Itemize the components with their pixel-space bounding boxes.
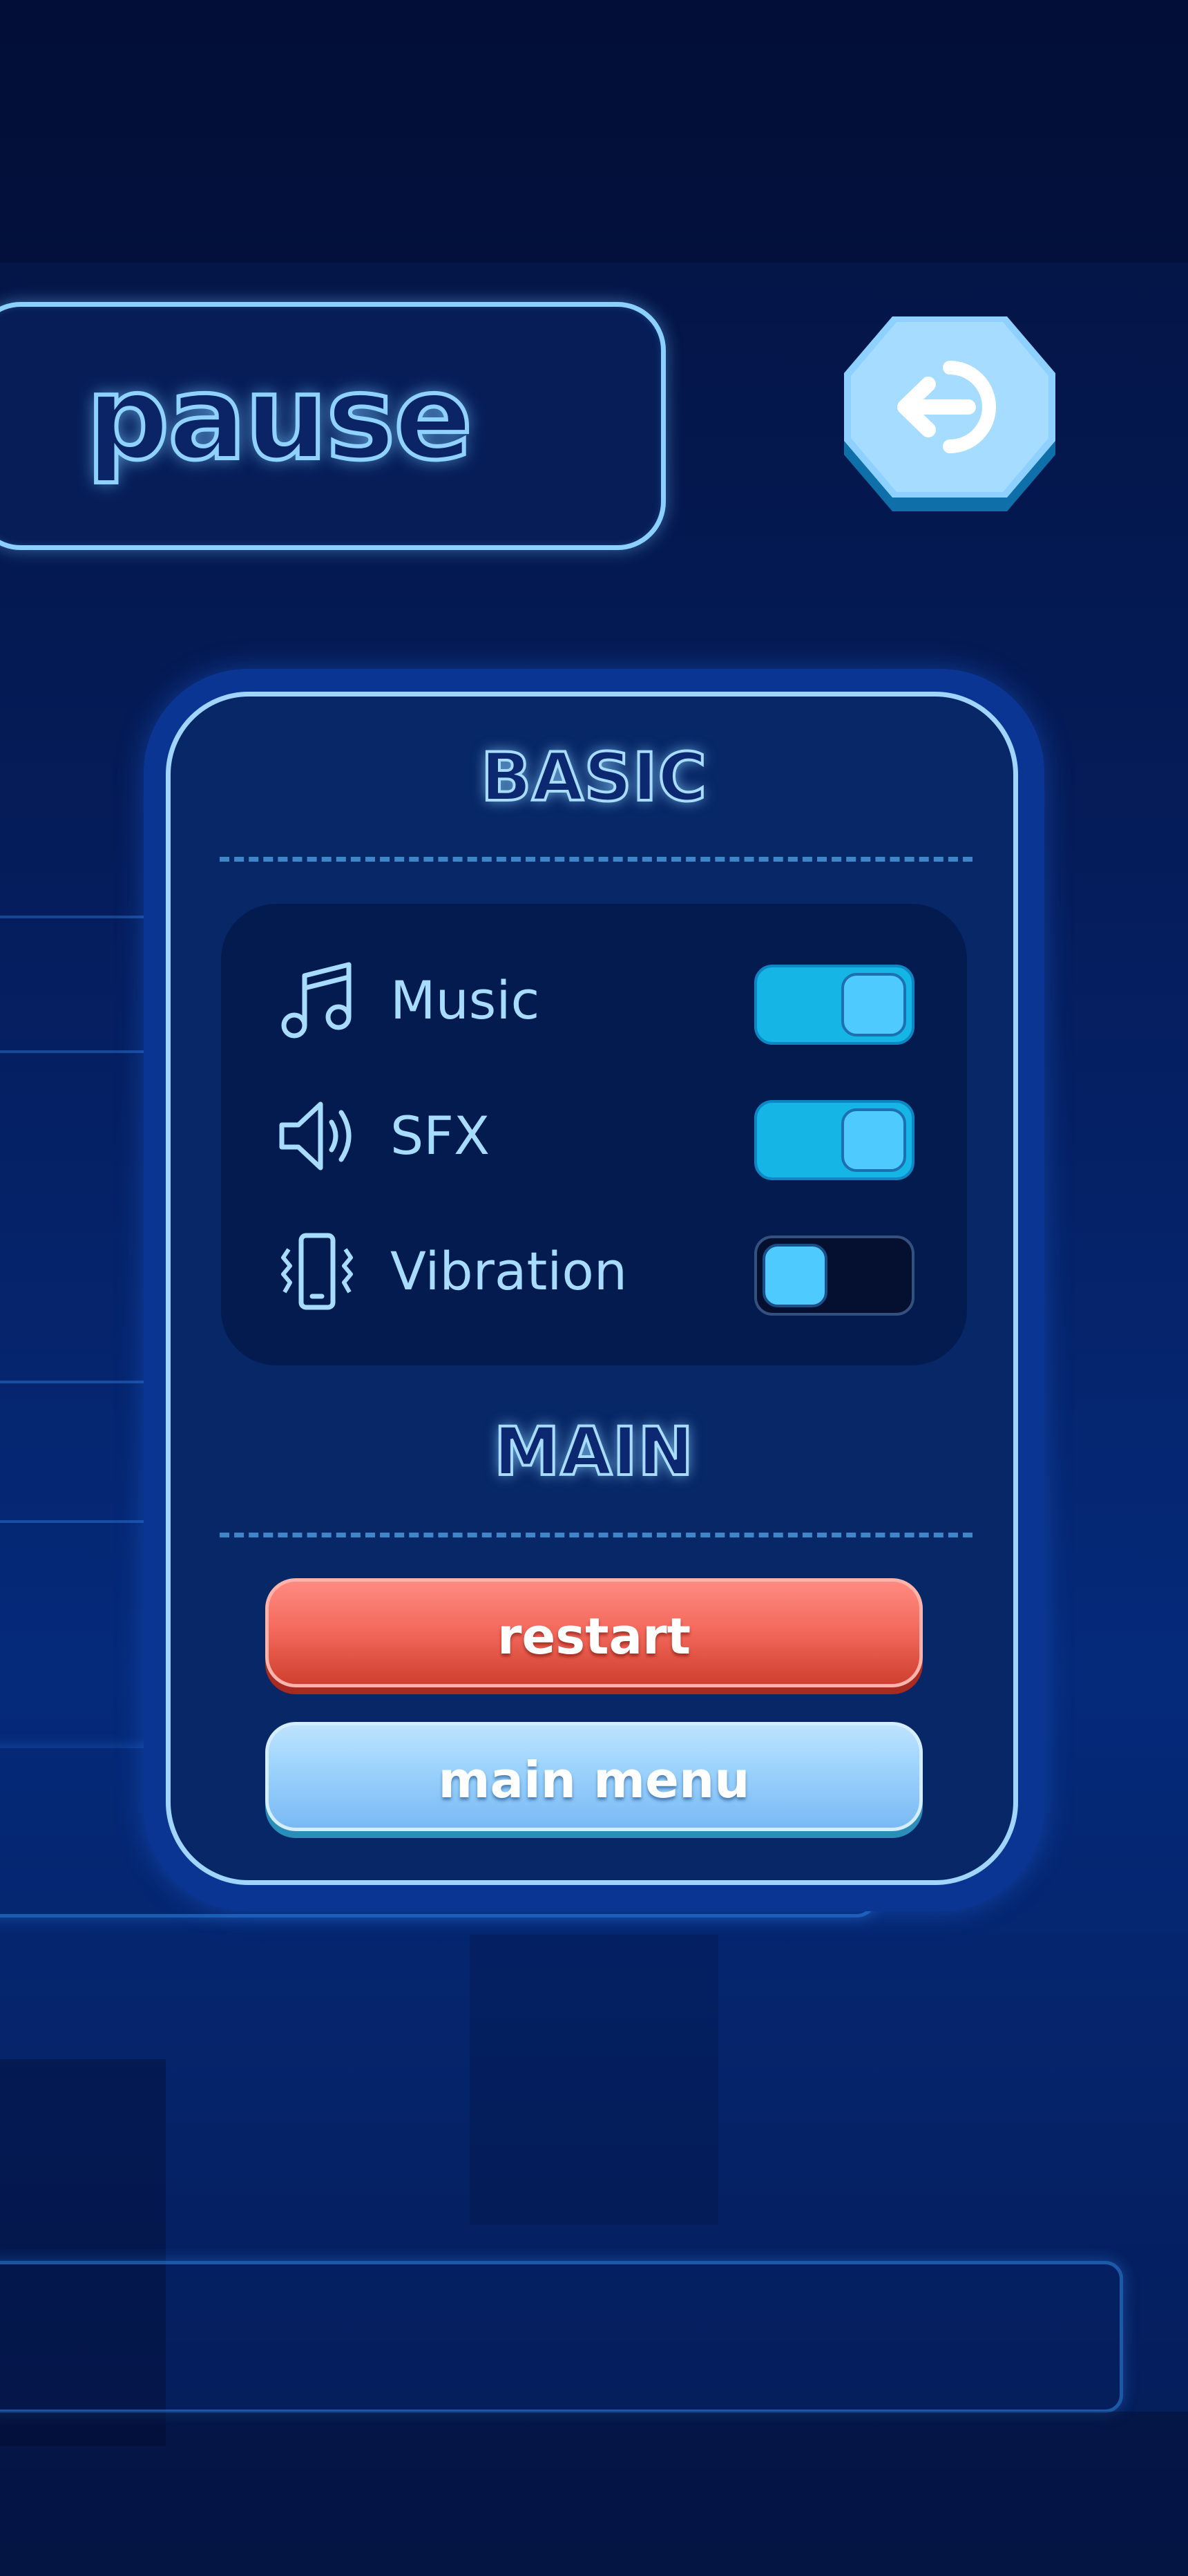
phone-vibration-icon [275, 1230, 358, 1313]
basic-section-title: BASIC [479, 737, 708, 817]
background-block [0, 2412, 1188, 2576]
sfx-toggle[interactable] [754, 1100, 914, 1180]
background-strip [0, 1381, 152, 1383]
settings-list: Music SFX Vibration [221, 904, 967, 1365]
back-button[interactable] [837, 311, 1062, 511]
back-arrow-icon [844, 316, 1055, 511]
toggle-knob [841, 1108, 906, 1172]
section-divider [220, 1533, 973, 1537]
vibration-toggle[interactable] [754, 1235, 914, 1316]
setting-label-music: Music [390, 969, 540, 1031]
setting-row-vibration: Vibration [221, 1230, 967, 1316]
page-title: pause [84, 348, 475, 488]
background-block [470, 1935, 718, 2225]
music-note-icon [275, 959, 358, 1042]
background-strip [0, 1520, 152, 1523]
toggle-knob [841, 973, 906, 1036]
main-menu-button[interactable]: main menu [265, 1722, 923, 1831]
setting-label-vibration: Vibration [390, 1240, 628, 1302]
background-block [0, 0, 1188, 263]
setting-label-sfx: SFX [390, 1105, 490, 1166]
music-toggle[interactable] [754, 965, 914, 1045]
setting-row-sfx: SFX [221, 1095, 967, 1180]
setting-row-music: Music [221, 959, 967, 1045]
background-strip [0, 1050, 152, 1053]
background-glow-bar [0, 2261, 1123, 2413]
restart-button[interactable]: restart [265, 1578, 923, 1687]
background-strip [0, 916, 152, 918]
main-section-title: MAIN [492, 1412, 695, 1492]
section-divider [220, 857, 973, 862]
toggle-knob [763, 1244, 827, 1307]
speaker-icon [275, 1095, 358, 1177]
